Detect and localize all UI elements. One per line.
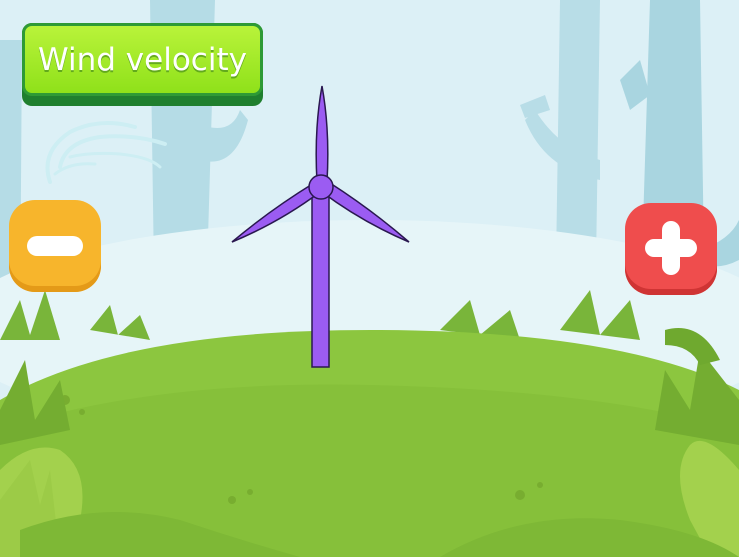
turbine-hub bbox=[308, 174, 334, 200]
game-scene: Wind velocity bbox=[0, 0, 739, 557]
turbine-blade bbox=[320, 182, 410, 243]
turbine-blade bbox=[231, 181, 322, 243]
wind-turbine-icon bbox=[231, 85, 410, 368]
turbine-tower bbox=[311, 191, 330, 368]
turbine-blade bbox=[315, 85, 329, 183]
